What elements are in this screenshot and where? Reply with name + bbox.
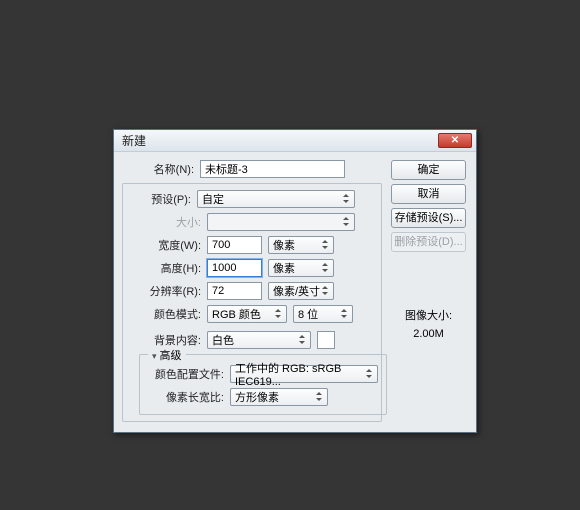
size-label: 大小: [129, 214, 207, 230]
bgcontents-value: 白色 [212, 332, 234, 348]
width-input[interactable] [207, 236, 262, 254]
resolution-unit-select[interactable]: 像素/英寸 [268, 282, 334, 300]
height-unit-select[interactable]: 像素 [268, 259, 334, 277]
new-document-dialog: 新建 ✕ 确定 取消 存储预设(S)... 删除预设(D)... 图像大小: 2… [113, 129, 477, 433]
width-label: 宽度(W): [129, 237, 207, 253]
size-select [207, 213, 355, 231]
pixelaspect-select[interactable]: 方形像素 [230, 388, 328, 406]
form-area: 名称(N): 预设(P): 自定 大小: [122, 160, 382, 422]
pixelaspect-value: 方形像素 [235, 389, 279, 405]
delete-preset-button: 删除预设(D)... [391, 232, 466, 252]
colorprofile-label: 颜色配置文件: [146, 366, 230, 382]
cancel-button[interactable]: 取消 [391, 184, 466, 204]
height-unit-value: 像素 [273, 260, 295, 276]
preset-value: 自定 [202, 191, 224, 207]
bgcolor-swatch[interactable] [317, 331, 335, 349]
name-label: 名称(N): [122, 161, 200, 177]
colorprofile-value: 工作中的 RGB: sRGB IEC619... [235, 360, 373, 388]
right-button-column: 确定 取消 存储预设(S)... 删除预设(D)... 图像大小: 2.00M [391, 160, 466, 343]
advanced-legend[interactable]: 高级 [148, 347, 186, 363]
ok-button[interactable]: 确定 [391, 160, 466, 180]
bgcontents-label: 背景内容: [129, 332, 207, 348]
height-input[interactable] [207, 259, 262, 277]
chevron-updown-icon [316, 394, 323, 401]
preset-select[interactable]: 自定 [197, 190, 355, 208]
width-unit-value: 像素 [273, 237, 295, 253]
height-label: 高度(H): [129, 260, 207, 276]
resolution-unit-value: 像素/英寸 [273, 283, 320, 299]
colordepth-value: 8 位 [298, 306, 318, 322]
chevron-updown-icon [341, 311, 348, 318]
advanced-group: 高级 颜色配置文件: 工作中的 RGB: sRGB IEC619... 像素长宽… [139, 354, 387, 415]
chevron-updown-icon [343, 219, 350, 226]
dialog-title: 新建 [122, 132, 438, 149]
name-input[interactable] [200, 160, 345, 178]
chevron-updown-icon [322, 288, 329, 295]
colorprofile-select[interactable]: 工作中的 RGB: sRGB IEC619... [230, 365, 378, 383]
resolution-label: 分辨率(R): [129, 283, 207, 299]
chevron-updown-icon [322, 242, 329, 249]
image-size-info: 图像大小: 2.00M [391, 308, 466, 343]
pixelaspect-label: 像素长宽比: [146, 389, 230, 405]
preset-group: 预设(P): 自定 大小: 宽度(W): [122, 183, 382, 422]
chevron-updown-icon [322, 265, 329, 272]
width-unit-select[interactable]: 像素 [268, 236, 334, 254]
image-size-value: 2.00M [391, 326, 466, 344]
colordepth-select[interactable]: 8 位 [293, 305, 353, 323]
colormode-value: RGB 颜色 [212, 306, 261, 322]
chevron-updown-icon [299, 337, 306, 344]
bgcontents-select[interactable]: 白色 [207, 331, 311, 349]
colormode-label: 颜色模式: [129, 306, 207, 322]
chevron-updown-icon [275, 311, 282, 318]
colormode-select[interactable]: RGB 颜色 [207, 305, 287, 323]
preset-label: 预设(P): [129, 191, 197, 207]
image-size-label: 图像大小: [391, 308, 466, 326]
chevron-updown-icon [343, 196, 350, 203]
close-button[interactable]: ✕ [438, 133, 472, 148]
close-icon: ✕ [451, 135, 459, 146]
name-row: 名称(N): [122, 160, 382, 178]
save-preset-button[interactable]: 存储预设(S)... [391, 208, 466, 228]
resolution-input[interactable] [207, 282, 262, 300]
titlebar[interactable]: 新建 ✕ [114, 130, 476, 152]
